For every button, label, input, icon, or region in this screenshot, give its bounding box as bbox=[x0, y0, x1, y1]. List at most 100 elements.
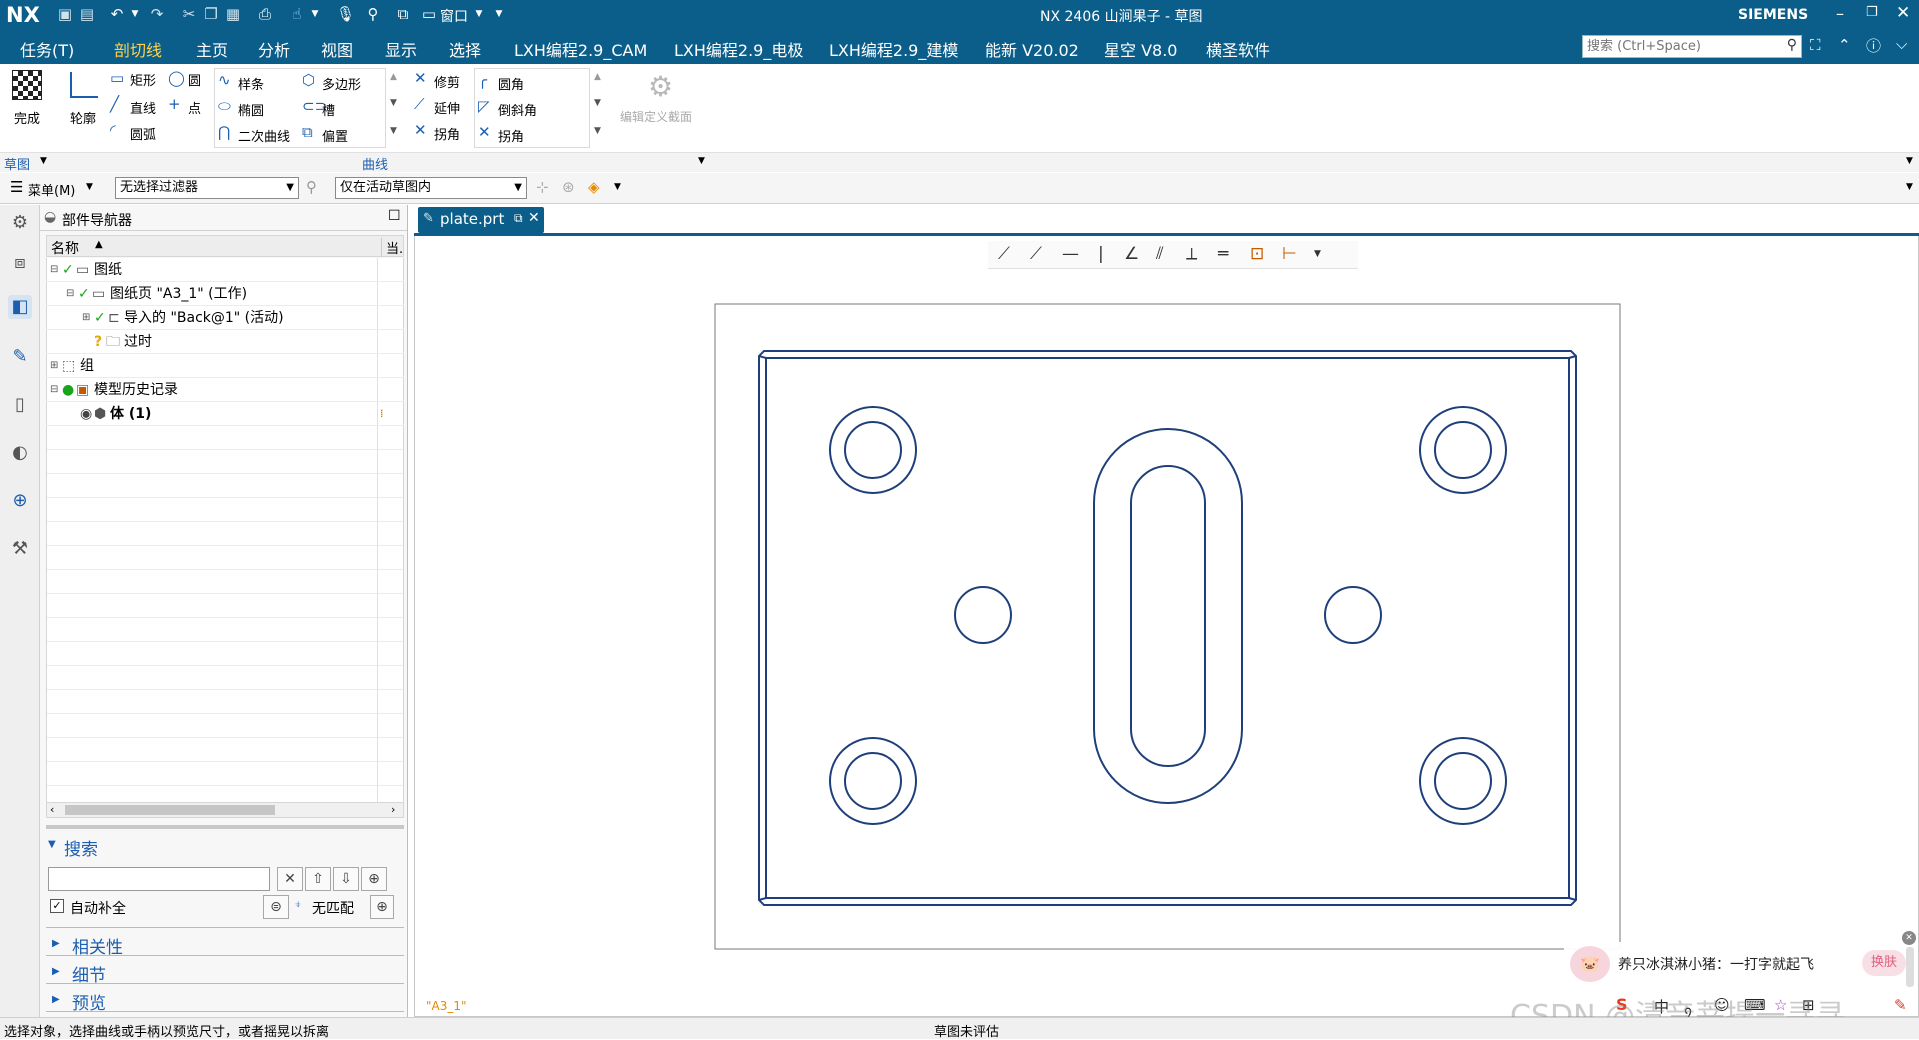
ime-popup-close-icon[interactable]: ✕ bbox=[1902, 931, 1916, 945]
expand-icon[interactable]: ⊞ bbox=[50, 354, 58, 378]
tab-lxh-cam[interactable]: LXH编程2.9_CAM bbox=[514, 37, 647, 61]
rectangle-button[interactable]: 矩形 bbox=[130, 70, 156, 89]
ime-skin-button[interactable]: 换肤 bbox=[1862, 950, 1906, 976]
tree-item-group[interactable]: ⊞ ⬚ 组 bbox=[46, 354, 404, 378]
tree-item-drawing[interactable]: ⊟ ✓ ▭ 图纸 bbox=[46, 258, 404, 282]
select-all-icon[interactable]: ⊛ bbox=[562, 178, 575, 196]
touch-mode-icon[interactable]: ☝ bbox=[288, 5, 306, 23]
tab-nengxin[interactable]: 能新 V20.02 bbox=[985, 37, 1079, 61]
window-dropdown-icon[interactable]: ▼ bbox=[470, 5, 488, 23]
tab-lxh-electrode[interactable]: LXH编程2.9_电极 bbox=[674, 37, 803, 61]
gallery-scroll-up-icon[interactable]: ▲ bbox=[390, 72, 397, 82]
locate-match-button[interactable]: ⊕ bbox=[370, 895, 394, 919]
fullscreen-icon[interactable]: ⛶ bbox=[1810, 36, 1821, 54]
tree-item-model-history[interactable]: ⊟ ● ▣ 模型历史记录 bbox=[46, 378, 404, 402]
sort-ascending-icon[interactable]: ▲ bbox=[95, 239, 103, 250]
close-icon[interactable]: ✕ bbox=[1896, 3, 1910, 23]
menu-hamburger-icon[interactable]: ☰ bbox=[10, 178, 23, 196]
undo-dropdown-icon[interactable]: ▼ bbox=[126, 5, 144, 23]
find-previous-button[interactable]: ⇧ bbox=[305, 867, 331, 891]
maximize-panel-icon[interactable]: ☐ bbox=[388, 208, 401, 224]
command-search-input[interactable] bbox=[1583, 36, 1773, 56]
spline-button[interactable]: 样条 bbox=[238, 74, 264, 93]
profile-button[interactable]: 轮廓 bbox=[70, 108, 96, 127]
detach-tab-icon[interactable]: ⧉ bbox=[514, 211, 523, 226]
selection-bar-options-icon[interactable]: ▼ bbox=[1906, 182, 1913, 192]
web-browser-icon[interactable]: ⊕ bbox=[8, 489, 32, 513]
sketch-canvas[interactable] bbox=[414, 236, 1919, 1017]
rectangle-icon[interactable]: ▭ bbox=[110, 70, 124, 86]
roles-icon[interactable]: ⚒ bbox=[8, 537, 32, 561]
sketch-navigator-icon[interactable]: ✎ bbox=[8, 345, 32, 369]
scope-select[interactable]: 仅在活动草图内 ▼ bbox=[335, 177, 527, 199]
finish-flag-icon[interactable] bbox=[12, 70, 42, 100]
tree-horizontal-scrollbar[interactable]: ‹ › bbox=[46, 802, 404, 818]
tree-item-outdated[interactable]: ? 🗀 过时 bbox=[46, 330, 404, 354]
fillet-icon[interactable]: ╭ bbox=[478, 72, 487, 88]
filter-reset-icon[interactable]: ⚲ bbox=[306, 178, 317, 196]
spline-icon[interactable]: ∿ bbox=[218, 72, 231, 88]
restore-icon[interactable]: ❐ bbox=[1866, 5, 1878, 20]
ribbon-options-icon[interactable]: ▼ bbox=[1906, 156, 1913, 166]
tab-home[interactable]: 主页 bbox=[196, 37, 228, 61]
redo-icon[interactable]: ↷ bbox=[148, 5, 166, 23]
tab-lxh-modeling[interactable]: LXH编程2.9_建模 bbox=[829, 37, 958, 61]
window-menu[interactable]: 窗口 bbox=[440, 6, 468, 26]
paste-icon[interactable]: ▦ bbox=[224, 5, 242, 23]
expand-icon[interactable]: ⊞ bbox=[82, 306, 90, 330]
visibility-eye-icon[interactable]: ◉ bbox=[80, 402, 92, 426]
offset-icon[interactable]: ⧉ bbox=[302, 124, 313, 140]
extend-icon[interactable]: ⟋ bbox=[414, 96, 425, 112]
details-expand-icon[interactable]: ▶ bbox=[52, 966, 60, 977]
collapse-icon[interactable]: ⊟ bbox=[66, 282, 74, 306]
tab-display[interactable]: 显示 bbox=[385, 37, 417, 61]
scroll-left-icon[interactable]: ‹ bbox=[50, 803, 54, 816]
edit-section-icon[interactable]: ⚙ bbox=[648, 70, 673, 103]
arc-button[interactable]: 圆弧 bbox=[130, 124, 156, 143]
gallery-scroll-down-icon[interactable]: ▼ bbox=[390, 98, 397, 108]
find-next-button[interactable]: ⇩ bbox=[333, 867, 359, 891]
preview-expand-icon[interactable]: ▶ bbox=[52, 994, 60, 1005]
make-corner-button[interactable]: 拐角 bbox=[498, 126, 524, 145]
collapse-icon[interactable]: ⊟ bbox=[50, 258, 58, 282]
offset-button[interactable]: 偏置 bbox=[322, 126, 348, 145]
close-tab-icon[interactable]: ✕ bbox=[528, 210, 540, 226]
group-sketch-dropdown-icon[interactable]: ▼ bbox=[40, 156, 47, 166]
menu-dropdown-icon[interactable]: ▼ bbox=[86, 182, 93, 192]
ime-scroll-icon[interactable] bbox=[1906, 947, 1914, 987]
corner-button[interactable]: 拐角 bbox=[434, 124, 460, 143]
tree-item-body[interactable]: ◉ ⬢ 体 (1) ⁞ bbox=[46, 402, 404, 426]
polygon-icon[interactable]: ⬡ bbox=[302, 72, 315, 88]
reuse-library-icon[interactable]: ▯ bbox=[8, 393, 32, 417]
print-icon[interactable]: ⎙ bbox=[256, 5, 274, 23]
extend-button[interactable]: 延伸 bbox=[434, 98, 460, 117]
tab-xingkong[interactable]: 星空 V8.0 bbox=[1104, 37, 1177, 61]
group-curve-dropdown-icon[interactable]: ▼ bbox=[698, 156, 705, 166]
point-icon[interactable]: + bbox=[168, 96, 181, 112]
switch-window-icon[interactable]: ⧉ bbox=[394, 5, 412, 23]
match-filter-icon[interactable]: ⍖ bbox=[294, 897, 302, 912]
gallery-expand-icon[interactable]: ▼ bbox=[390, 126, 397, 136]
save-icon[interactable]: ▣ bbox=[56, 5, 74, 23]
part-navigator-icon[interactable]: ◧ bbox=[8, 295, 32, 319]
collapse-ribbon-icon[interactable]: ⌃ bbox=[1838, 36, 1851, 54]
navigator-search-input[interactable] bbox=[48, 867, 270, 891]
collapse-icon[interactable]: ⊟ bbox=[50, 378, 58, 402]
make-corner-icon[interactable]: ✕ bbox=[478, 124, 491, 140]
chamfer-icon[interactable]: ◸ bbox=[478, 98, 490, 114]
circle-button[interactable]: 圆 bbox=[188, 70, 201, 89]
polygon-button[interactable]: 多边形 bbox=[322, 74, 361, 93]
panel-splitter[interactable] bbox=[46, 825, 404, 829]
ime-more-icon[interactable]: ✎ bbox=[1894, 996, 1907, 1014]
command-finder-icon[interactable]: ⚲ bbox=[364, 5, 382, 23]
tab-view[interactable]: 视图 bbox=[321, 37, 353, 61]
profile-icon[interactable] bbox=[70, 72, 98, 98]
slot-button[interactable]: 槽 bbox=[322, 100, 335, 119]
point-button[interactable]: 点 bbox=[188, 98, 201, 117]
copy-icon[interactable]: ❐ bbox=[202, 5, 220, 23]
trim-icon[interactable]: ✕ bbox=[414, 70, 427, 86]
auto-complete-checkbox[interactable]: ✓ bbox=[50, 899, 64, 913]
conic-button[interactable]: 二次曲线 bbox=[238, 126, 290, 145]
tree-item-imported-view[interactable]: ⊞ ✓ ⊏ 导入的 "Back@1" (活动) bbox=[46, 306, 404, 330]
trim-button[interactable]: 修剪 bbox=[434, 72, 460, 91]
